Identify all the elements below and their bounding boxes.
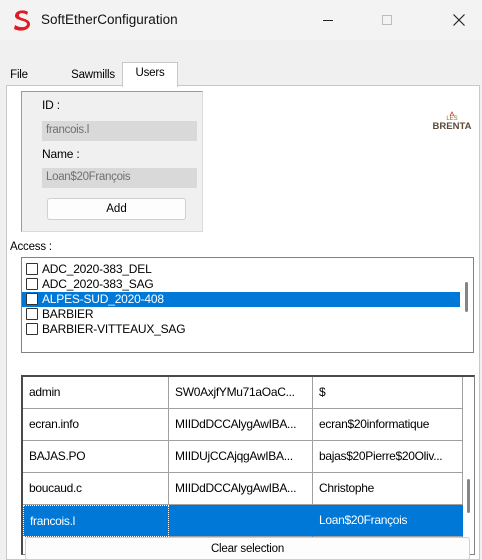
tab-file[interactable]: File [4, 66, 34, 86]
access-item-label: BARBIER-VITTEAUX_SAG [42, 322, 186, 336]
tab-sawmills[interactable]: Sawmills [60, 66, 126, 86]
maximize-button[interactable] [364, 0, 410, 40]
name-field[interactable]: Loan$20François [42, 168, 197, 188]
cell-key[interactable]: SW0AxjfYMu71aOaC... [169, 377, 313, 409]
access-item-selected[interactable]: ALPES-SUD_2020-408 [22, 292, 460, 307]
access-item-label: BARBIER [42, 307, 94, 321]
access-item[interactable]: ADC_2020-383_SAG [22, 277, 460, 292]
cell-key[interactable]: MIIDdDCCAlygAwIBA... [169, 409, 313, 441]
cell-id[interactable]: francois.l [23, 505, 169, 537]
close-icon [453, 14, 465, 26]
maximize-icon [382, 15, 392, 25]
name-label: Name : [42, 147, 80, 161]
tab-users[interactable]: Users [122, 62, 178, 87]
access-checkbox[interactable] [26, 308, 38, 320]
add-button[interactable]: Add [47, 198, 186, 220]
tab-strip: File Sawmills Users [0, 62, 482, 87]
users-grid[interactable]: admin SW0AxjfYMu71aOaC... $ ecran.info M… [21, 375, 475, 555]
access-checkbox[interactable] [26, 323, 38, 335]
access-item-label: ADC_2020-383_SAG [42, 277, 154, 291]
cell-key[interactable] [169, 505, 313, 537]
title-bar: SoftEtherConfiguration [0, 0, 482, 40]
access-scrollbar-thumb[interactable] [465, 282, 468, 312]
table-row[interactable]: ecran.info MIIDdDCCAlygAwIBA... ecran$20… [23, 409, 463, 441]
access-item-label: ADC_2020-383_DEL [42, 262, 152, 276]
cell-id[interactable]: BAJAS.PO [23, 441, 169, 473]
cell-name[interactable]: ecran$20informatique [313, 409, 463, 441]
cell-id[interactable]: admin [23, 377, 169, 409]
id-label: ID : [42, 98, 60, 112]
window-title: SoftEtherConfiguration [41, 12, 178, 27]
cell-name[interactable]: $ [313, 377, 463, 409]
logo-line2: BRENTA [433, 121, 472, 132]
access-list[interactable]: ADC_2020-383_DEL ADC_2020-383_SAG ALPES-… [21, 257, 474, 353]
access-checkbox[interactable] [26, 293, 38, 305]
minimize-button[interactable] [305, 0, 351, 40]
cell-id[interactable]: ecran.info [23, 409, 169, 441]
clear-selection-button[interactable]: Clear selection [25, 537, 470, 560]
close-button[interactable] [436, 0, 482, 40]
cell-key[interactable]: MIIDdDCCAlygAwIBA... [169, 473, 313, 505]
access-item-label: ALPES-SUD_2020-408 [42, 292, 164, 306]
cell-name[interactable]: Loan$20François [313, 505, 463, 537]
grid-scrollbar-thumb[interactable] [467, 479, 470, 513]
access-item[interactable]: BARBIER-VITTEAUX_SAG [22, 322, 460, 337]
brenta-logo: LES BRENTA [433, 111, 472, 132]
table-row[interactable]: BAJAS.PO MIIDUjCCAjqgAwIBA... bajas$20Pi… [23, 441, 463, 473]
cell-name[interactable]: Christophe [313, 473, 463, 505]
table-row[interactable]: boucaud.c MIIDdDCCAlygAwIBA... Christoph… [23, 473, 463, 505]
table-row[interactable]: admin SW0AxjfYMu71aOaC... $ [23, 377, 463, 409]
app-logo-icon [14, 10, 30, 31]
access-item[interactable]: BARBIER [22, 307, 460, 322]
access-checkbox[interactable] [26, 278, 38, 290]
cell-name[interactable]: bajas$20Pierre$20Oliv... [313, 441, 463, 473]
access-label: Access : [10, 241, 52, 253]
access-checkbox[interactable] [26, 263, 38, 275]
minimize-icon [323, 20, 333, 21]
user-form-group: ID : francois.l Name : Loan$20François A… [21, 91, 203, 232]
cell-key[interactable]: MIIDUjCCAjqgAwIBA... [169, 441, 313, 473]
id-field[interactable]: francois.l [42, 121, 197, 141]
cell-id[interactable]: boucaud.c [23, 473, 169, 505]
access-item[interactable]: ADC_2020-383_DEL [22, 262, 460, 277]
table-row-selected[interactable]: francois.l Loan$20François [23, 505, 463, 537]
